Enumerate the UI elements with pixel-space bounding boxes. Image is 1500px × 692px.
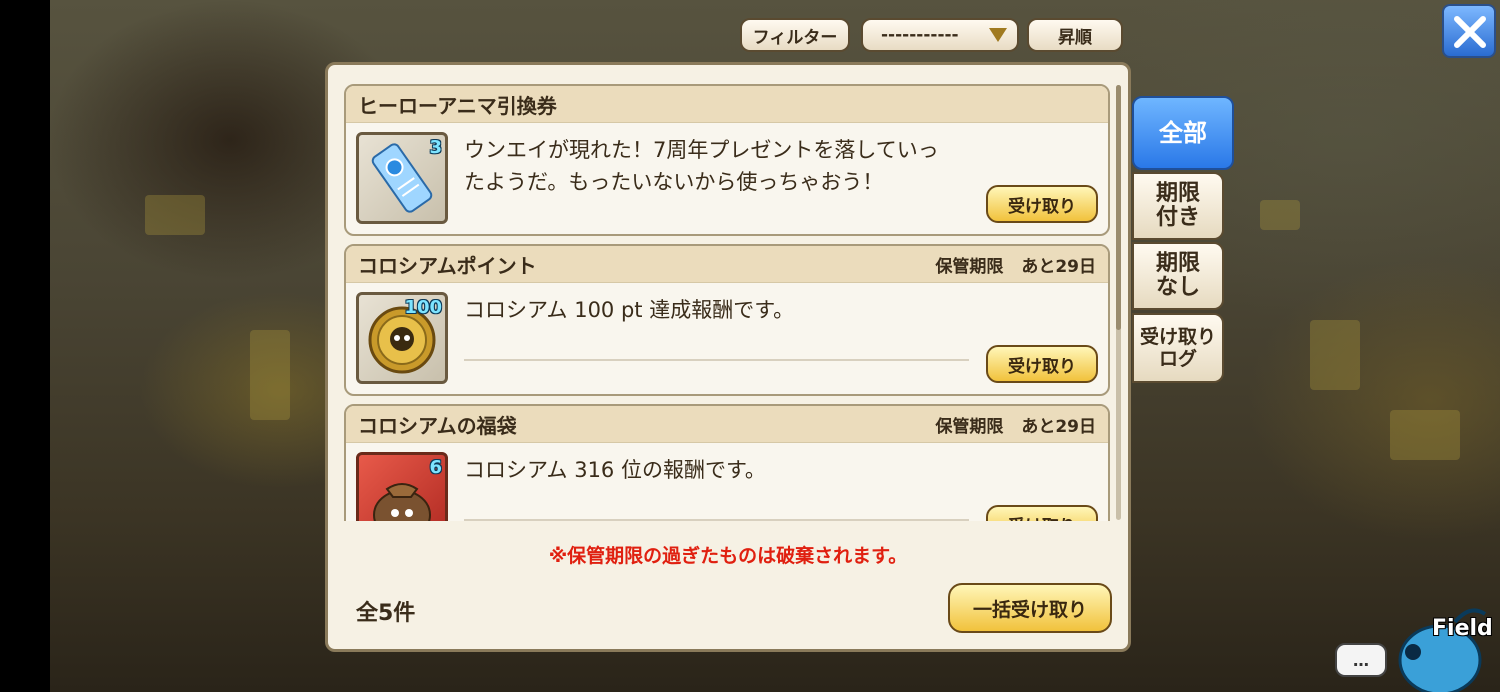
present-item: コロシアムポイント 保管期限 あと29日 100 コロシアム 100 pt 達成… — [344, 244, 1110, 396]
description-line: コロシアム 316 位の報酬です。 — [464, 458, 766, 482]
item-title: コロシアムの福袋 — [358, 413, 517, 438]
bulk-claim-button[interactable]: 一括受け取り — [948, 583, 1112, 633]
tab-all[interactable]: 全部 — [1132, 96, 1234, 170]
description-divider — [464, 519, 969, 521]
claim-label: 受け取り — [1008, 356, 1076, 377]
present-box-panel: ヒーローアニマ引換券 3 ウンエイが現れた！7周年プレゼントを落していっ たよう… — [325, 62, 1131, 652]
field-label: Field — [1432, 616, 1493, 641]
description-line: コロシアム 100 pt 達成報酬です。 — [464, 298, 795, 322]
item-description: ウンエイが現れた！7周年プレゼントを落していっ たようだ。もったいないから使っち… — [464, 134, 984, 198]
tab-claim-log[interactable]: 受け取り ログ — [1132, 313, 1224, 383]
list-scrollbar[interactable] — [1116, 85, 1121, 520]
scrollbar-thumb[interactable] — [1116, 85, 1121, 330]
tab-with-expiry[interactable]: 期限 付き — [1132, 172, 1224, 240]
filter-dropdown[interactable]: ----------- — [861, 18, 1019, 52]
tab-with-expiry-label: 期限 付き — [1155, 181, 1200, 230]
claim-label: 受け取り — [1008, 512, 1076, 522]
close-icon — [1452, 14, 1488, 54]
expiry-value: あと29日 — [1021, 416, 1096, 437]
present-list[interactable]: ヒーローアニマ引換券 3 ウンエイが現れた！7周年プレゼントを落していっ たよう… — [344, 81, 1116, 521]
item-count: 6 — [429, 457, 442, 478]
left-black-bar — [0, 0, 50, 692]
description-line: たようだ。もったいないから使っちゃおう！ — [464, 170, 884, 194]
expiry-info: 保管期限 あと29日 — [935, 412, 1096, 437]
dropdown-value: ----------- — [881, 25, 959, 45]
close-button[interactable] — [1442, 4, 1496, 58]
description-line: ウンエイが現れた！7周年プレゼントを落していっ — [464, 138, 939, 162]
claim-button[interactable]: 受け取り — [986, 185, 1098, 223]
sort-label: 昇順 — [1058, 27, 1092, 48]
tab-no-expiry-label: 期限 なし — [1155, 251, 1200, 300]
expiry-label: 保管期限 — [935, 256, 1004, 277]
present-item: コロシアムの福袋 保管期限 あと29日 6 コロシアム 316 位の報酬です。 — [344, 404, 1110, 521]
present-item: ヒーローアニマ引換券 3 ウンエイが現れた！7周年プレゼントを落していっ たよう… — [344, 84, 1110, 236]
item-count: 100 — [404, 297, 442, 318]
claim-button[interactable]: 受け取り — [986, 345, 1098, 383]
expiry-value: あと29日 — [1021, 256, 1096, 277]
item-header: コロシアムの福袋 保管期限 あと29日 — [346, 406, 1108, 443]
item-description: コロシアム 316 位の報酬です。 — [464, 454, 984, 486]
tab-no-expiry[interactable]: 期限 なし — [1132, 242, 1224, 310]
claim-button[interactable]: 受け取り — [986, 505, 1098, 521]
chat-icon: … — [1353, 650, 1369, 670]
sort-order-button[interactable]: 昇順 — [1027, 18, 1123, 52]
expiry-warning: ※保管期限の過ぎたものは破棄されます。 — [548, 545, 908, 567]
filter-label: フィルター — [752, 27, 838, 48]
total-count: 全5件 — [356, 601, 416, 626]
item-header: ヒーローアニマ引換券 — [346, 86, 1108, 123]
item-count: 3 — [429, 137, 442, 158]
item-header: コロシアムポイント 保管期限 あと29日 — [346, 246, 1108, 283]
item-title: コロシアムポイント — [358, 253, 537, 278]
item-description: コロシアム 100 pt 達成報酬です。 — [464, 294, 984, 326]
claim-label: 受け取り — [1008, 196, 1076, 217]
description-divider — [464, 359, 969, 361]
expiry-label: 保管期限 — [935, 416, 1004, 437]
chevron-down-icon — [989, 28, 1007, 49]
bulk-claim-label: 一括受け取り — [972, 598, 1087, 621]
expiry-info: 保管期限 あと29日 — [935, 252, 1096, 277]
tab-claim-log-label: 受け取り ログ — [1139, 326, 1216, 370]
tab-all-label: 全部 — [1159, 119, 1207, 147]
lucky-bag-icon: 6 — [356, 452, 448, 521]
filter-button[interactable]: フィルター — [740, 18, 850, 52]
field-button[interactable]: Field — [1395, 602, 1500, 692]
chat-button[interactable]: … — [1335, 643, 1387, 677]
ticket-icon: 3 — [356, 132, 448, 224]
coin-icon: 100 — [356, 292, 448, 384]
item-title: ヒーローアニマ引換券 — [358, 93, 557, 118]
